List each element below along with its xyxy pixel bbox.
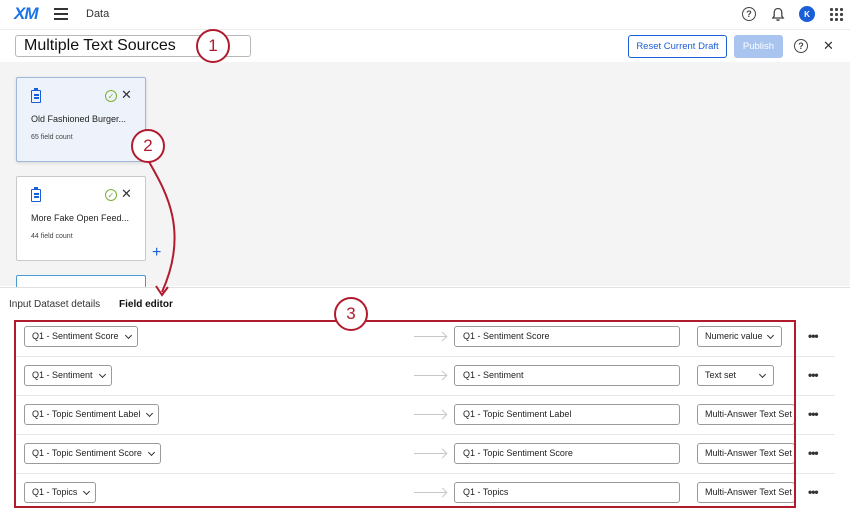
source-field-select[interactable]: Q1 - Sentiment <box>24 365 112 386</box>
target-field-input[interactable]: Q1 - Topic Sentiment Label <box>454 404 680 425</box>
more-options-icon[interactable]: ••• <box>808 486 819 498</box>
tab-input-dataset-details[interactable]: Input Dataset details <box>9 299 100 310</box>
arrow-right-icon <box>414 375 446 376</box>
field-type-select[interactable]: Numeric value <box>697 326 782 347</box>
source-card-count: 44 field count <box>31 233 73 240</box>
apps-grid-icon[interactable] <box>828 6 844 22</box>
add-source-button[interactable]: + <box>152 245 161 261</box>
remove-source-icon[interactable]: ✕ <box>121 87 132 103</box>
more-options-icon[interactable]: ••• <box>808 447 819 459</box>
field-type-select[interactable]: Multi-Answer Text Set <box>697 404 795 425</box>
tab-field-editor[interactable]: Field editor <box>119 299 173 310</box>
menu-icon[interactable] <box>54 8 68 20</box>
callout-badge: 1 <box>196 29 230 63</box>
more-options-icon[interactable]: ••• <box>808 330 819 342</box>
arrow-right-icon <box>414 336 446 337</box>
field-row: Q1 - Topics Q1 - Topics Multi-Answer Tex… <box>16 474 835 512</box>
close-icon[interactable]: ✕ <box>823 38 834 54</box>
top-bar: XM Data ? K <box>0 0 850 30</box>
more-options-icon[interactable]: ••• <box>808 369 819 381</box>
source-field-label: Q1 - Topic Sentiment Score <box>32 448 142 458</box>
chevron-down-icon <box>766 331 775 340</box>
chevron-down-icon <box>98 370 106 379</box>
clipboard-icon <box>31 88 41 103</box>
callout-badge: 3 <box>334 297 368 331</box>
source-card-title: Old Fashioned Burger... <box>31 114 127 124</box>
tab-bar: Input Dataset details Field editor <box>0 287 850 319</box>
field-type-select[interactable]: Text set <box>697 365 774 386</box>
source-card[interactable]: ✓ ✕ More Fake Open Feed... 44 field coun… <box>16 176 146 261</box>
chevron-down-icon <box>147 448 155 457</box>
chevron-down-icon <box>146 409 154 418</box>
source-card-title: More Fake Open Feed... <box>31 213 130 223</box>
xm-logo[interactable]: XM <box>14 4 38 24</box>
field-row: Q1 - Topic Sentiment Label Q1 - Topic Se… <box>16 396 835 435</box>
callout-badge: 2 <box>131 129 165 163</box>
help-icon[interactable]: ? <box>741 6 757 22</box>
source-field-label: Q1 - Sentiment <box>32 370 93 380</box>
field-type-label: Numeric value <box>705 331 763 341</box>
clipboard-icon <box>31 187 41 202</box>
target-field-input[interactable]: Q1 - Topics <box>454 482 680 503</box>
source-field-label: Q1 - Topics <box>32 487 78 497</box>
remove-source-icon[interactable]: ✕ <box>121 186 132 202</box>
chevron-down-icon <box>83 487 91 496</box>
field-row: Q1 - Sentiment Score Q1 - Sentiment Scor… <box>16 318 835 357</box>
source-field-select[interactable]: Q1 - Topics <box>24 482 97 503</box>
arrow-right-icon <box>414 414 446 415</box>
check-circle-icon: ✓ <box>105 90 117 102</box>
target-field-input[interactable]: Q1 - Sentiment Score <box>454 326 680 347</box>
field-type-select[interactable]: Multi-Answer Text Set <box>697 482 795 503</box>
check-circle-icon: ✓ <box>105 189 117 201</box>
source-field-select[interactable]: Q1 - Topic Sentiment Label <box>24 404 160 425</box>
app-name: Data <box>86 8 110 20</box>
chevron-down-icon <box>124 331 132 340</box>
arrow-right-icon <box>414 492 446 493</box>
source-field-select[interactable]: Q1 - Sentiment Score <box>24 326 138 347</box>
target-field-input[interactable]: Q1 - Topic Sentiment Score <box>454 443 680 464</box>
field-row: Q1 - Topic Sentiment Score Q1 - Topic Se… <box>16 435 835 474</box>
source-card-partial[interactable] <box>16 275 146 287</box>
field-type-label: Text set <box>705 370 737 380</box>
chevron-down-icon <box>758 370 767 379</box>
field-type-select[interactable]: Multi-Answer Text Set <box>697 443 795 464</box>
source-card-count: 65 field count <box>31 134 73 141</box>
field-row: Q1 - Sentiment Q1 - Sentiment Text set •… <box>16 357 835 396</box>
reset-draft-button[interactable]: Reset Current Draft <box>628 35 727 58</box>
avatar[interactable]: K <box>799 6 815 22</box>
field-type-label: Multi-Answer Text Set <box>705 409 792 419</box>
help-icon[interactable]: ? <box>794 39 808 53</box>
bell-icon[interactable] <box>770 6 786 22</box>
source-card[interactable]: ✓ ✕ Old Fashioned Burger... 65 field cou… <box>16 77 146 162</box>
field-type-label: Multi-Answer Text Set <box>705 448 792 458</box>
source-field-select[interactable]: Q1 - Topic Sentiment Score <box>24 443 161 464</box>
publish-button[interactable]: Publish <box>734 35 783 58</box>
target-field-input[interactable]: Q1 - Sentiment <box>454 365 680 386</box>
more-options-icon[interactable]: ••• <box>808 408 819 420</box>
field-type-label: Multi-Answer Text Set <box>705 487 792 497</box>
arrow-right-icon <box>414 453 446 454</box>
source-field-label: Q1 - Topic Sentiment Label <box>32 409 141 419</box>
source-field-label: Q1 - Sentiment Score <box>32 331 119 341</box>
